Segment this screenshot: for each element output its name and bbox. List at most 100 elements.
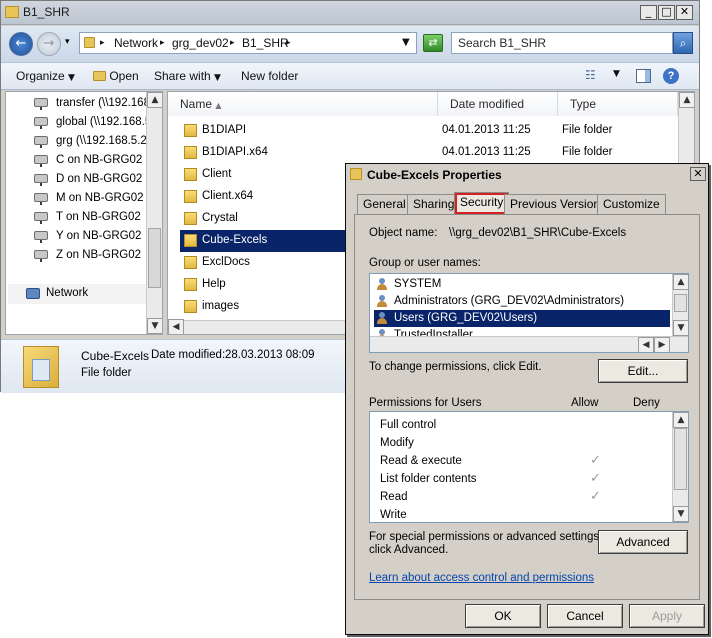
folder-icon xyxy=(184,234,197,247)
ok-button[interactable]: OK xyxy=(465,604,541,628)
nav-network-label: Network xyxy=(46,287,89,299)
scroll-up-icon[interactable]: ▲ xyxy=(147,92,162,108)
permissions-scrollbar[interactable]: ▲ ▼ xyxy=(672,412,688,522)
scroll-down-icon[interactable]: ▼ xyxy=(673,506,688,522)
nav-scrollbar[interactable]: ▲ ▼ xyxy=(146,92,162,334)
dialog-titlebar[interactable]: Cube-Excels Properties ✕ xyxy=(346,164,708,184)
new-folder-button[interactable]: New folder xyxy=(241,69,298,83)
dialog-close-button[interactable]: ✕ xyxy=(690,167,706,181)
help-icon[interactable]: ? xyxy=(663,68,679,84)
file-type: File folder xyxy=(562,124,613,136)
scroll-down-icon[interactable]: ▼ xyxy=(673,320,688,336)
learn-more-link[interactable]: Learn about access control and permissio… xyxy=(369,572,594,584)
allow-check-icon: ✓ xyxy=(590,489,601,504)
view-options-chevron-icon[interactable]: ▼ xyxy=(613,69,620,79)
file-name: ExclDocs xyxy=(202,256,250,268)
tab-sharing[interactable]: Sharing xyxy=(407,194,461,214)
folder-icon xyxy=(5,6,19,18)
file-row[interactable]: B1DIAPI.x64 04.01.2013 11:25 File folder xyxy=(180,142,694,164)
close-button[interactable]: ✕ xyxy=(676,5,693,20)
nav-item-label: transfer (\\192.168.5 xyxy=(56,97,160,109)
user-row[interactable]: SYSTEM xyxy=(374,276,670,293)
breadcrumb-separator-icon[interactable]: ▸ xyxy=(100,38,105,48)
network-drive-icon xyxy=(34,155,48,167)
address-dropdown-icon[interactable]: ▼ xyxy=(402,37,410,48)
forward-icon[interactable]: → xyxy=(37,32,61,56)
security-tab-panel: Object name: \\grg_dev02\B1_SHR\Cube-Exc… xyxy=(354,214,700,600)
permission-row: Write xyxy=(380,506,670,522)
user-group-icon xyxy=(376,295,389,308)
file-name: Client.x64 xyxy=(202,190,254,202)
user-name: Administrators (GRG_DEV02\Administrators… xyxy=(394,295,625,307)
organize-button[interactable]: Organize ▼ xyxy=(16,69,75,83)
maximize-button[interactable]: □ xyxy=(658,5,675,20)
back-icon[interactable]: ← xyxy=(9,32,33,56)
network-icon xyxy=(26,288,40,299)
user-group-icon xyxy=(376,312,389,325)
breadcrumb-item-b1-shr[interactable]: B1_SHR xyxy=(242,36,289,50)
tab-general[interactable]: General xyxy=(357,194,412,214)
folder-icon xyxy=(184,190,197,203)
change-view-icon[interactable]: ☷ xyxy=(585,68,596,82)
scroll-right-icon[interactable]: ▶ xyxy=(654,337,670,352)
network-drive-icon xyxy=(34,193,48,205)
breadcrumb-separator-icon[interactable]: ▸ xyxy=(160,38,165,48)
network-drive-icon xyxy=(34,231,48,243)
breadcrumb-separator-icon[interactable]: ▸ xyxy=(286,38,291,48)
nav-item-network[interactable]: Network xyxy=(8,284,148,304)
scroll-down-icon[interactable]: ▼ xyxy=(147,318,162,334)
advanced-button[interactable]: Advanced xyxy=(598,530,688,554)
tab-customize[interactable]: Customize xyxy=(597,194,666,214)
user-list-hscrollbar[interactable]: ◀ ▶ xyxy=(370,336,688,352)
network-drive-icon xyxy=(34,212,48,224)
scroll-left-icon[interactable]: ◀ xyxy=(638,337,654,352)
permissions-list[interactable]: Full control Modify Read & execute ✓ List fo… xyxy=(369,411,689,523)
apply-button[interactable]: Apply xyxy=(629,604,705,628)
network-drive-icon xyxy=(34,250,48,262)
folder-icon xyxy=(184,146,197,159)
edit-button[interactable]: Edit... xyxy=(598,359,688,383)
user-row[interactable]: Administrators (GRG_DEV02\Administrators… xyxy=(374,293,670,310)
user-list-scrollbar[interactable]: ▲ ▼ xyxy=(672,274,688,336)
breadcrumb-item-network[interactable]: Network xyxy=(114,36,158,50)
search-input[interactable]: Search B1_SHR xyxy=(451,32,673,54)
column-header-date[interactable]: Date modified xyxy=(438,92,558,116)
permission-name: Write xyxy=(380,509,407,521)
tab-previous-versions[interactable]: Previous Versions xyxy=(504,194,613,214)
organize-chevron-icon: ▼ xyxy=(68,73,75,83)
breadcrumb-separator-icon[interactable]: ▸ xyxy=(230,38,235,48)
scroll-up-icon[interactable]: ▲ xyxy=(673,412,688,428)
nav-item-label: global (\\192.168.5 xyxy=(56,116,152,128)
perm-scroll-thumb[interactable] xyxy=(674,428,687,490)
nav-item-label: T on NB-GRG02 xyxy=(56,211,141,223)
scroll-left-icon[interactable]: ◀ xyxy=(168,319,184,334)
nav-scroll-thumb[interactable] xyxy=(148,228,161,288)
column-header-name[interactable]: Name ▲ xyxy=(168,92,438,116)
recent-pages-chevron-icon[interactable]: ▾ xyxy=(65,37,70,47)
deny-header: Deny xyxy=(633,397,660,409)
command-toolbar: Organize ▼ Open Share with ▼ New folder … xyxy=(1,62,699,90)
user-scroll-thumb[interactable] xyxy=(674,294,687,312)
breadcrumb-item-grg-dev02[interactable]: grg_dev02 xyxy=(172,36,229,50)
horizontal-scrollbar[interactable]: ◀ xyxy=(168,319,346,334)
search-icon[interactable]: ⌕ xyxy=(673,32,693,54)
nav-item-label: C on NB-GRG02 xyxy=(56,154,143,166)
user-row[interactable]: Users (GRG_DEV02\Users) xyxy=(374,310,670,327)
open-button[interactable]: Open xyxy=(93,69,139,83)
cancel-button[interactable]: Cancel xyxy=(547,604,623,628)
tab-security[interactable]: Security xyxy=(454,192,510,215)
file-row[interactable]: B1DIAPI 04.01.2013 11:25 File folder xyxy=(180,120,694,142)
share-with-button[interactable]: Share with ▼ xyxy=(154,69,221,83)
file-name: Cube-Excels xyxy=(202,234,268,246)
preview-pane-icon[interactable] xyxy=(636,69,651,83)
minimize-button[interactable]: _ xyxy=(640,5,657,20)
file-date: 04.01.2013 11:25 xyxy=(442,124,531,136)
search-placeholder: Search B1_SHR xyxy=(458,36,547,50)
scroll-up-icon[interactable]: ▲ xyxy=(673,274,688,290)
explorer-titlebar[interactable]: B1_SHR _ □ ✕ xyxy=(1,1,699,25)
refresh-icon[interactable]: ⇄ xyxy=(423,34,443,52)
scroll-up-icon[interactable]: ▲ xyxy=(679,92,694,108)
user-list[interactable]: SYSTEM Administrators (GRG_DEV02\Administ… xyxy=(369,273,689,353)
column-header-type[interactable]: Type xyxy=(558,92,678,116)
address-bar[interactable]: ▸ Network ▸ grg_dev02 ▸ B1_SHR ▸ ▼ xyxy=(79,32,417,54)
